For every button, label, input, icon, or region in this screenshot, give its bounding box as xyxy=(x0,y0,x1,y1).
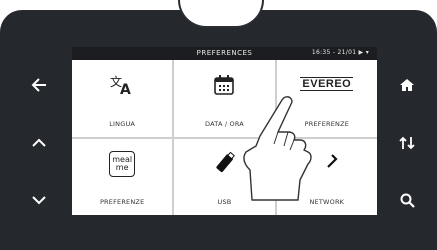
tile-label: LINGUA xyxy=(109,119,136,128)
tile-label: PREFERENZE xyxy=(99,198,145,206)
search-button[interactable] xyxy=(390,185,424,215)
clock-readout: 16:35 - 21/01 ▶ ▾ xyxy=(312,49,369,56)
wifi-icon: ▾ xyxy=(365,49,369,56)
tile-preferenze-meal[interactable]: meal me PREFERENZE xyxy=(72,138,173,215)
play-icon: ▶ xyxy=(358,49,364,56)
sort-button[interactable] xyxy=(390,128,424,158)
scroll-up-button[interactable] xyxy=(22,128,56,158)
translate-icon: 文 A xyxy=(110,74,131,96)
tapping-hand-illustration xyxy=(243,96,312,201)
home-icon xyxy=(400,79,414,91)
evereo-logo: EVEREO xyxy=(300,77,354,91)
tile-lingua[interactable]: 文 A LINGUA xyxy=(72,60,173,137)
meal-me-text: meal me xyxy=(112,154,133,172)
scroll-down-button[interactable] xyxy=(22,185,56,215)
search-icon xyxy=(400,193,415,208)
svg-text:A: A xyxy=(120,82,131,96)
menu-grid: 文 A LINGUA DATA / ORA EVEREO PREFERENZE … xyxy=(72,60,377,215)
chevron-up-icon xyxy=(32,138,46,147)
back-button[interactable] xyxy=(22,70,56,100)
touch-screen: PREFERENCES 16:35 - 21/01 ▶ ▾ 文 A LINGUA xyxy=(72,47,377,215)
chevron-down-icon xyxy=(32,196,46,205)
home-button[interactable] xyxy=(390,70,424,100)
status-bar: PREFERENCES 16:35 - 21/01 ▶ ▾ xyxy=(72,47,377,60)
meal-me-icon: meal me xyxy=(109,150,136,177)
back-arrow-icon xyxy=(31,78,46,92)
sort-arrows-icon xyxy=(399,136,415,150)
date-time: 16:35 - 21/01 xyxy=(311,49,357,56)
